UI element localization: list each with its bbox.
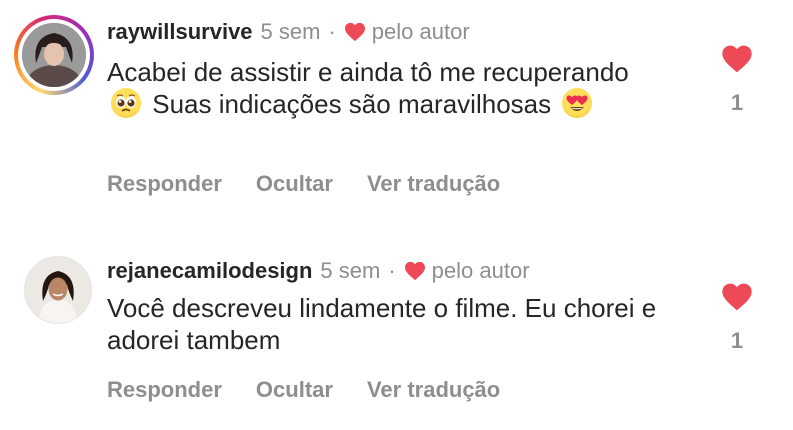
hide-button[interactable]: Ocultar <box>256 171 333 197</box>
username[interactable]: rejanecamilodesign <box>107 258 312 284</box>
avatar[interactable] <box>22 23 86 87</box>
heart-icon[interactable] <box>721 282 753 312</box>
hide-button[interactable]: Ocultar <box>256 377 333 403</box>
heart-icon <box>404 261 425 281</box>
story-ring[interactable] <box>14 15 94 95</box>
comment-header: rejanecamilodesign 5 sem · pelo autor <box>107 258 530 284</box>
liked-by-author-label: pelo autor <box>371 19 470 44</box>
reply-button[interactable]: Responder <box>107 377 222 403</box>
see-translation-button[interactable]: Ver tradução <box>367 171 500 197</box>
comment-actions: Responder Ocultar Ver tradução <box>107 171 534 197</box>
avatar[interactable] <box>24 256 92 324</box>
like-control[interactable]: 1 <box>721 44 753 116</box>
separator: · <box>328 19 336 44</box>
like-control[interactable]: 1 <box>721 282 753 354</box>
pleading-face-emoji <box>111 88 141 118</box>
reply-button[interactable]: Responder <box>107 171 222 197</box>
heart-eyes-emoji <box>562 88 593 118</box>
comment-actions: Responder Ocultar Ver tradução <box>107 377 534 403</box>
liked-by-author-label: pelo autor <box>431 258 530 283</box>
heart-icon[interactable] <box>721 44 753 74</box>
comment-text: Acabei de assistir e ainda tô me recuper… <box>107 56 667 120</box>
comment-item: raywillsurvive 5 sem · pelo autor Acabei… <box>0 0 793 215</box>
comment-item: rejanecamilodesign 5 sem · pelo autor Vo… <box>0 240 793 430</box>
comment-text-part: Suas indicações são maravilhosas <box>152 89 552 119</box>
timestamp: 5 sem <box>320 258 381 283</box>
comment-text: Você descreveu lindamente o filme. Eu ch… <box>107 293 657 355</box>
heart-icon <box>344 22 365 42</box>
like-count: 1 <box>730 90 744 115</box>
see-translation-button[interactable]: Ver tradução <box>367 377 500 403</box>
comment-header: raywillsurvive 5 sem · pelo autor <box>107 19 470 45</box>
username[interactable]: raywillsurvive <box>107 19 253 45</box>
like-count: 1 <box>730 328 744 353</box>
comment-text-part: Acabei de assistir e ainda tô me recuper… <box>107 57 629 87</box>
separator: · <box>388 258 396 283</box>
timestamp: 5 sem <box>260 19 321 44</box>
